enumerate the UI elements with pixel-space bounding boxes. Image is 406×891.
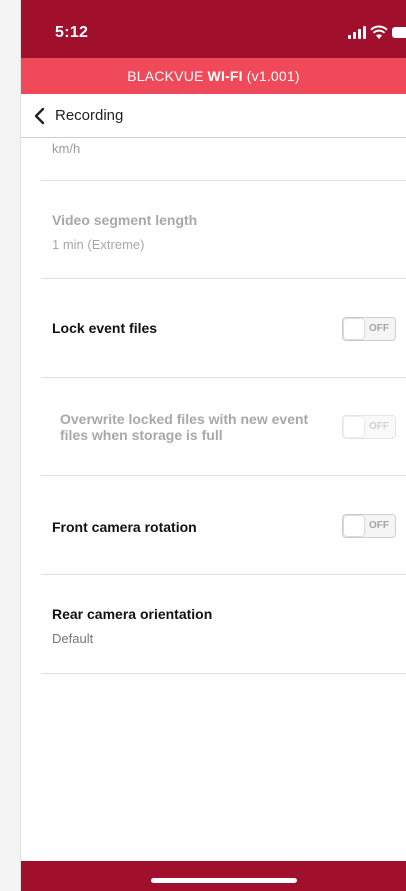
front-rotation-title: Front camera rotation (52, 519, 197, 535)
phone-screen: 5:12 BLACKVUE WI-FI (v1.001) Recording k… (21, 0, 406, 891)
header-brand: BLACKVUE (127, 68, 204, 84)
front-rotation-toggle[interactable]: OFF (342, 514, 396, 538)
bottom-bar (21, 861, 406, 891)
signal-icon (348, 26, 366, 39)
toggle-knob (344, 516, 364, 536)
rear-orientation-title: Rear camera orientation (52, 606, 213, 622)
nav-title: Recording (55, 107, 124, 124)
toggle-state: OFF (369, 323, 389, 334)
video-segment-title: Video segment length (52, 212, 198, 228)
toggle-state: OFF (369, 421, 389, 432)
video-segment-value: 1 min (Extreme) (52, 237, 145, 252)
speed-unit-row: km/h (21, 138, 406, 180)
header-wifi: WI-FI (207, 68, 243, 84)
status-bar: 5:12 (21, 0, 406, 58)
toggle-knob (344, 417, 364, 437)
lock-event-toggle[interactable]: OFF (342, 317, 396, 341)
back-chevron-icon[interactable] (33, 107, 45, 125)
left-rail (0, 0, 21, 891)
battery-icon (392, 27, 406, 38)
rear-orientation-row[interactable]: Rear camera orientation Default (21, 575, 406, 673)
video-segment-row: Video segment length 1 min (Extreme) (21, 181, 406, 278)
home-indicator[interactable] (151, 878, 297, 883)
nav-bar: Recording (21, 94, 406, 138)
toggle-state: OFF (369, 520, 389, 531)
wifi-icon (370, 25, 388, 39)
toggle-knob (344, 319, 364, 339)
front-rotation-row[interactable]: Front camera rotation OFF (21, 476, 406, 573)
speed-unit-value: km/h (52, 141, 81, 156)
header-version: (v1.001) (246, 68, 300, 84)
status-time: 5:12 (55, 24, 89, 41)
divider (41, 377, 406, 378)
overwrite-locked-title: Overwrite locked files with new event fi… (60, 411, 309, 443)
overwrite-locked-toggle[interactable]: OFF (342, 415, 396, 439)
app-header: BLACKVUE WI-FI (v1.001) (21, 58, 406, 94)
divider (41, 673, 406, 674)
lock-event-title: Lock event files (52, 320, 158, 336)
lock-event-row[interactable]: Lock event files OFF (21, 279, 406, 376)
rear-orientation-value: Default (52, 631, 94, 646)
